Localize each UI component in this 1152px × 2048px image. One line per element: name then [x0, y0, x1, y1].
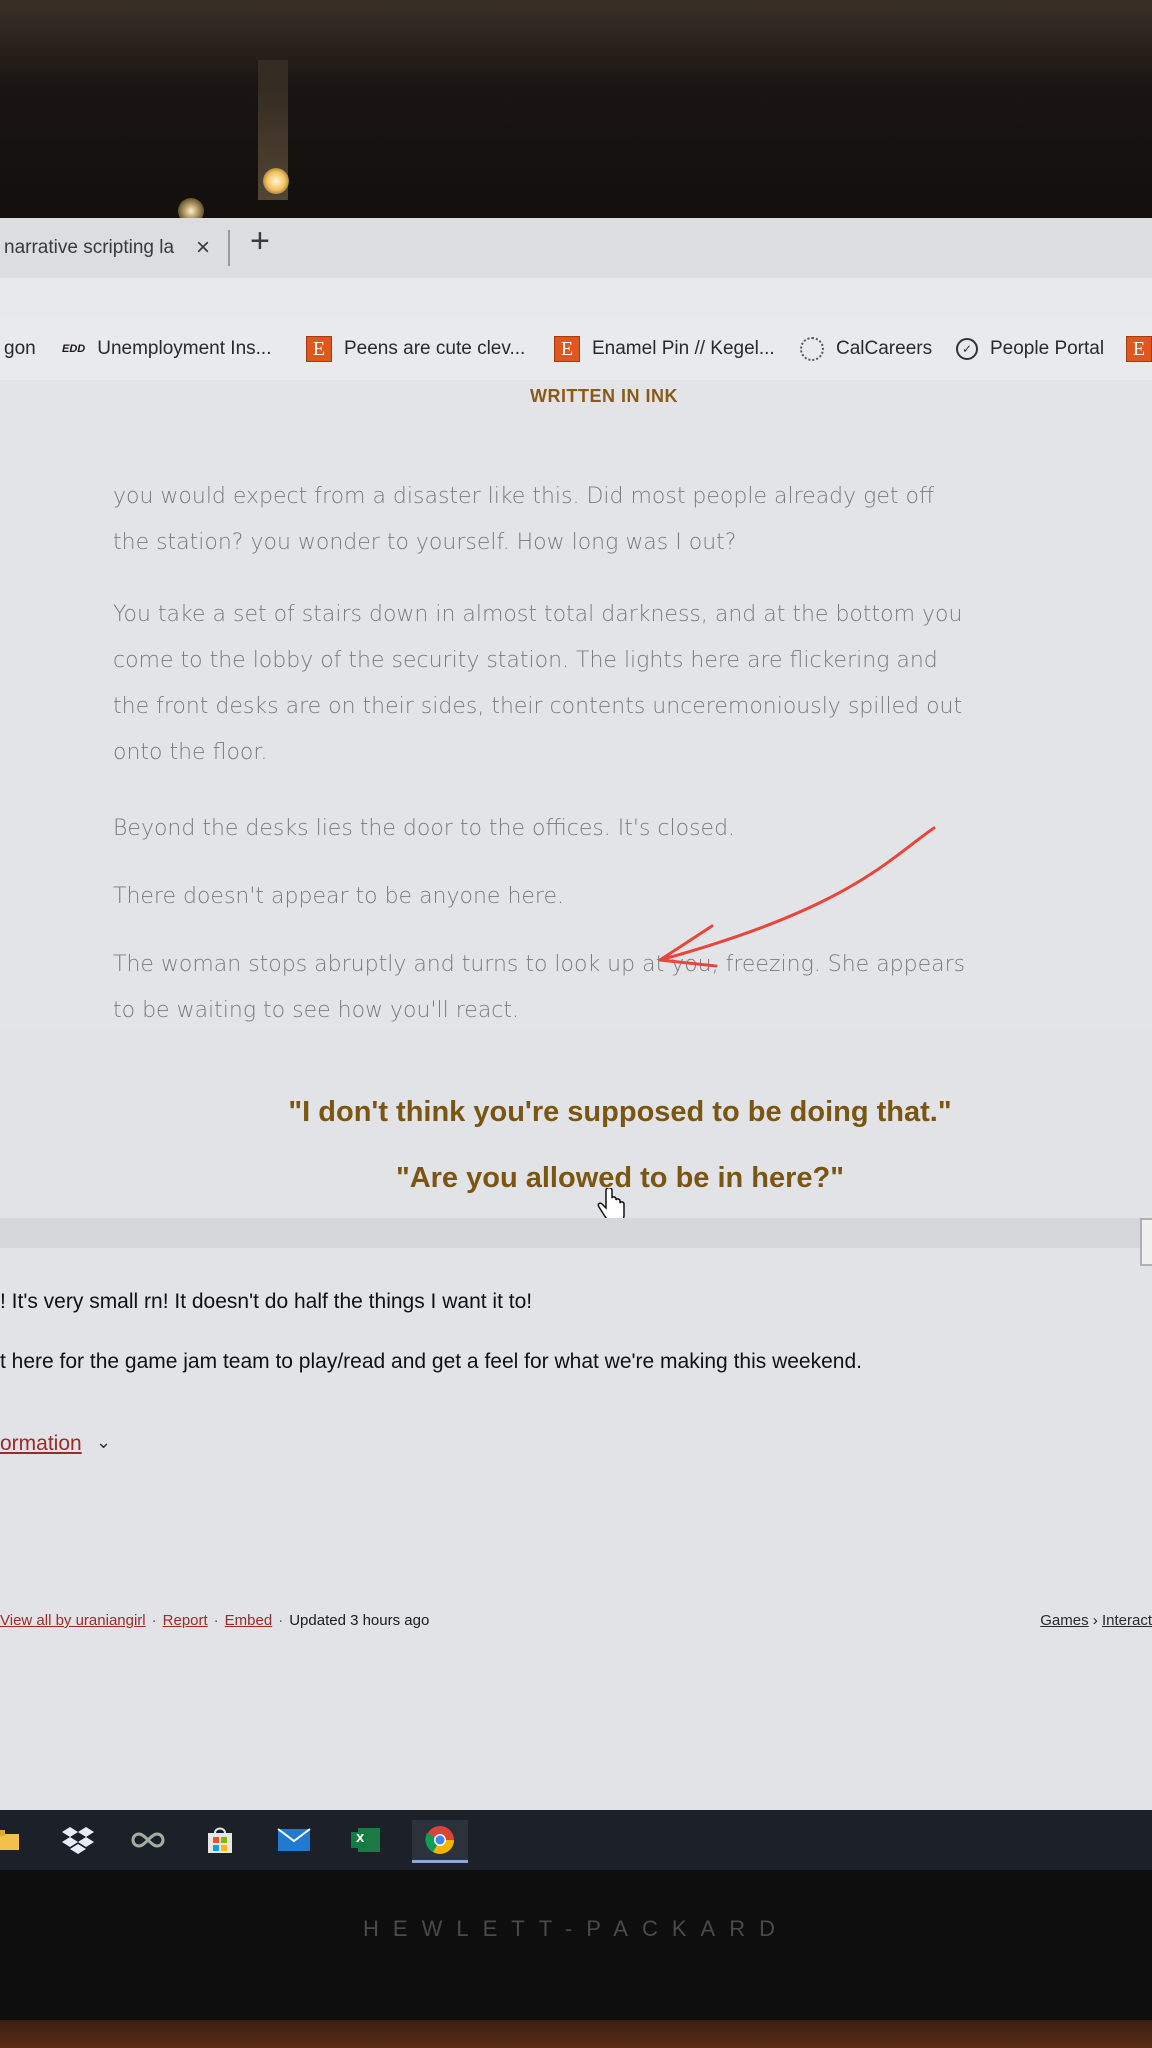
chrome-icon[interactable] [412, 1820, 468, 1863]
breadcrumb-interactive[interactable]: Interact [1102, 1612, 1152, 1629]
bookmark-label: CalCareers [836, 338, 933, 359]
dropbox-icon[interactable] [58, 1820, 98, 1860]
story-line: come to the lobby of the security statio… [113, 648, 938, 673]
address-bar-area [0, 278, 1152, 318]
edd-icon: EDD [62, 343, 86, 355]
monitor-screen: narrative scripting la × + gon EDD Unemp… [0, 218, 1152, 1810]
red-arrow-annotation [658, 826, 936, 968]
bookmark-label: gon [4, 338, 36, 359]
section-divider [0, 1218, 1152, 1248]
view-all-link[interactable]: View all by uraniangirl [0, 1612, 146, 1629]
excel-letter: x [356, 1829, 365, 1846]
story-line: to be waiting to see how you'll react. [113, 998, 520, 1023]
choice-option-1[interactable]: "I don't think you're supposed to be doi… [0, 1096, 1152, 1129]
monitor-bezel-bottom [0, 1870, 1152, 2020]
game-title: WRITTEN IN INK [530, 386, 678, 406]
bookmark-label: Enamel Pin // Kegel... [592, 338, 775, 359]
infinity-icon[interactable] [128, 1820, 168, 1860]
bookmarks-bar: gon EDD Unemployment Ins... E Peens are … [0, 318, 1152, 381]
etsy-icon: E [1126, 336, 1152, 362]
new-tab-button[interactable]: + [250, 222, 270, 261]
bookmark-people-portal[interactable]: ✓ People Portal [956, 318, 1104, 380]
report-link[interactable]: Report [163, 1612, 208, 1629]
bookmark-label: People Portal [990, 338, 1105, 359]
story-line: onto the floor. [113, 740, 268, 765]
browser-tab[interactable]: narrative scripting la × [0, 218, 230, 278]
lamp-glare [263, 168, 289, 194]
etsy-icon: E [306, 336, 332, 362]
bookmark-label: Peens are cute clev... [344, 338, 526, 359]
bookmark-calcareers[interactable]: CalCareers [800, 318, 932, 380]
calcareers-icon [800, 337, 824, 361]
embed-link[interactable]: Embed [225, 1612, 273, 1629]
story-line: You take a set of stairs down in almost … [113, 602, 963, 627]
tab-title: narrative scripting la [4, 237, 175, 258]
story-line: the station? you wonder to yourself. How… [113, 530, 737, 555]
people-portal-icon: ✓ [956, 338, 978, 360]
updated-text: Updated 3 hours ago [289, 1612, 430, 1629]
scrollbar-handle[interactable] [1140, 1218, 1152, 1266]
bookmark-unemployment[interactable]: EDD Unemployment Ins... [62, 318, 271, 380]
choice-option-2[interactable]: "Are you allowed to be in here?" [0, 1162, 1152, 1195]
bookmark-etsy[interactable]: E [1126, 318, 1152, 380]
breadcrumb-separator: › [1092, 1612, 1098, 1629]
breadcrumb-games[interactable]: Games [1040, 1612, 1088, 1629]
excel-icon[interactable]: x [346, 1820, 386, 1860]
bookmark-item[interactable]: gon [4, 318, 36, 380]
chevron-down-icon[interactable]: ⌄ [96, 1432, 111, 1453]
story-paragraph: you would expect from a disaster like th… [113, 474, 1073, 566]
description-line: t here for the game jam team to play/rea… [0, 1350, 862, 1373]
page-footer: View all by uraniangirl · Report · Embed · Upd… [0, 1612, 1152, 1629]
mail-icon[interactable] [274, 1820, 314, 1860]
monitor-bezel-top [0, 0, 1152, 218]
tab-separator [228, 230, 230, 266]
story-line: you would expect from a disaster like th… [113, 484, 935, 509]
story-line: the front desks are on their sides, thei… [113, 694, 963, 719]
file-explorer-icon[interactable] [0, 1820, 26, 1860]
tab-close-icon[interactable]: × [196, 234, 210, 262]
breadcrumb: Games › Interact [1040, 1612, 1152, 1629]
store-icon[interactable] [200, 1820, 240, 1860]
etsy-icon: E [554, 336, 580, 362]
bookmark-label: Unemployment Ins... [97, 338, 272, 359]
more-information-link[interactable]: ormation [0, 1432, 82, 1456]
bookmark-enamel-pin[interactable]: E Enamel Pin // Kegel... [554, 318, 775, 380]
tab-bar: narrative scripting la × + [0, 218, 1152, 278]
monitor-brand-logo: HEWLETT-PACKARD [363, 1916, 789, 1941]
story-paragraph: You take a set of stairs down in almost … [113, 592, 1073, 776]
description-line: ! It's very small rn! It doesn't do half… [0, 1290, 533, 1313]
windows-taskbar: x [0, 1810, 1152, 1870]
desk-surface [0, 2020, 1152, 2048]
bookmark-peens[interactable]: E Peens are cute clev... [306, 318, 525, 380]
